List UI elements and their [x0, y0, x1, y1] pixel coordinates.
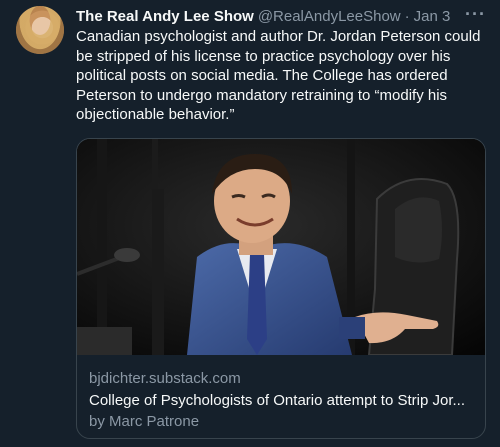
card-meta: bjdichter.substack.com College of Psycho…: [89, 369, 477, 433]
avatar[interactable]: [16, 6, 64, 54]
more-options-icon[interactable]: ···: [465, 4, 486, 25]
author-handle[interactable]: @RealAndyLeeShow: [258, 8, 401, 25]
author-name[interactable]: The Real Andy Lee Show: [76, 8, 254, 25]
link-card[interactable]: bjdichter.substack.com College of Psycho…: [76, 138, 486, 439]
tweet[interactable]: The Real Andy Lee Show @RealAndyLeeShow …: [0, 0, 500, 447]
card-photo: [77, 139, 485, 355]
tweet-text: Canadian psychologist and author Dr. Jor…: [76, 28, 481, 123]
card-byline: by Marc Patrone: [89, 413, 200, 430]
card-image: [77, 139, 485, 355]
card-title[interactable]: College of Psychologists of Ontario atte…: [89, 390, 477, 412]
separator-dot: ·: [404, 7, 410, 25]
avatar-image: [16, 6, 64, 54]
tweet-header: The Real Andy Lee Show @RealAndyLeeShow …: [76, 6, 450, 26]
tweet-date[interactable]: Jan 3: [414, 8, 451, 25]
card-domain: bjdichter.substack.com: [89, 370, 241, 387]
